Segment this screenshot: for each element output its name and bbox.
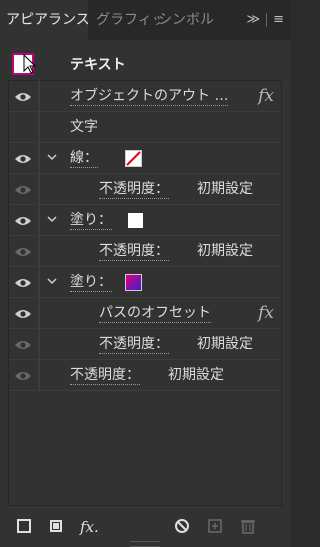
- fill-label-text[interactable]: 塗り：: [70, 273, 112, 292]
- tab-graphic-styles[interactable]: グラフィッ: [96, 0, 160, 40]
- fill-swatch-gradient[interactable]: [125, 274, 142, 291]
- visibility-toggle[interactable]: [8, 143, 39, 174]
- appearance-list: オブジェクトのアウト … fx 文字 線： 不透明度： 初期設定 塗り： 不透明…: [8, 80, 282, 400]
- add-stroke-icon[interactable]: [16, 518, 32, 534]
- visibility-toggle[interactable]: [8, 298, 39, 329]
- tab-bar: アピアランス グラフィッ シンボル ≫ ≡: [0, 0, 290, 40]
- delete-item-icon[interactable]: [240, 518, 256, 534]
- eye-icon: [15, 278, 31, 287]
- opacity-label-text[interactable]: 不透明度：: [99, 335, 169, 354]
- cursor-icon: [23, 53, 37, 74]
- effect-label-text[interactable]: オブジェクトのアウト …: [70, 87, 229, 106]
- chevron-down-icon[interactable]: [46, 151, 58, 163]
- fill-swatch-white[interactable]: [128, 213, 143, 228]
- list-item[interactable]: 不透明度： 初期設定: [8, 236, 282, 267]
- eye-column-divider: [39, 80, 40, 392]
- fx-icon[interactable]: fx: [258, 81, 274, 112]
- offset-path-label-text[interactable]: パスのオフセット: [99, 304, 211, 323]
- eye-icon: [15, 185, 31, 194]
- eye-icon: [15, 340, 31, 349]
- stroke-label-text[interactable]: 線：: [70, 149, 98, 168]
- opacity-label[interactable]: 不透明度：: [70, 360, 140, 391]
- list-item[interactable]: 塗り：: [8, 267, 282, 298]
- opacity-label[interactable]: 不透明度：: [99, 174, 169, 205]
- eye-icon: [15, 154, 31, 163]
- stroke-label[interactable]: 線：: [70, 143, 98, 174]
- panel-expand-icon[interactable]: ≫: [246, 0, 260, 40]
- panel-menu-icon[interactable]: ≡: [273, 0, 284, 40]
- visibility-toggle[interactable]: [8, 360, 39, 391]
- visibility-toggle[interactable]: [8, 236, 39, 267]
- opacity-label-text[interactable]: 不透明度：: [99, 242, 169, 261]
- visibility-toggle[interactable]: [8, 329, 39, 360]
- chevron-down-icon[interactable]: [46, 213, 58, 225]
- appearance-panel: アピアランス グラフィッ シンボル ≫ ≡ テキスト オブジェクトのアウト … …: [0, 0, 290, 547]
- eye-icon: [15, 216, 31, 225]
- opacity-value: 初期設定: [168, 367, 224, 383]
- chevron-down-icon[interactable]: [46, 275, 58, 287]
- visibility-toggle[interactable]: [8, 174, 39, 205]
- list-item[interactable]: 不透明度： 初期設定: [8, 174, 282, 205]
- characters-label[interactable]: 文字: [70, 112, 98, 143]
- visibility-toggle[interactable]: [8, 267, 39, 298]
- list-item[interactable]: 線：: [8, 143, 282, 174]
- list-item[interactable]: オブジェクトのアウト … fx: [8, 81, 282, 112]
- fx-icon[interactable]: fx.: [80, 514, 99, 540]
- list-item[interactable]: 塗り：: [8, 205, 282, 236]
- eye-icon: [15, 371, 31, 380]
- tab-appearance[interactable]: アピアランス: [0, 0, 88, 40]
- object-thumbnail: [12, 53, 37, 75]
- eye-icon: [15, 92, 31, 101]
- resize-grip[interactable]: [130, 541, 160, 547]
- fill-label[interactable]: 塗り：: [70, 205, 112, 236]
- list-item[interactable]: 不透明度： 初期設定: [8, 360, 282, 391]
- visibility-toggle[interactable]: [8, 81, 39, 112]
- effect-label[interactable]: オブジェクトのアウト …: [70, 81, 229, 112]
- add-fill-icon[interactable]: [48, 518, 64, 534]
- object-header: テキスト: [8, 50, 282, 80]
- stroke-swatch[interactable]: [125, 150, 142, 167]
- opacity-label[interactable]: 不透明度：: [99, 236, 169, 267]
- opacity-label-text[interactable]: 不透明度：: [99, 180, 169, 199]
- none-swatch-icon: [126, 151, 141, 166]
- visibility-toggle-empty: [8, 112, 39, 143]
- clear-appearance-icon[interactable]: [174, 518, 190, 534]
- list-item[interactable]: パスのオフセット fx: [8, 298, 282, 329]
- tab-controls: ≫ ≡: [246, 0, 284, 40]
- list-item[interactable]: 文字: [8, 112, 282, 143]
- fx-icon[interactable]: fx: [258, 298, 274, 329]
- offset-path-label[interactable]: パスのオフセット: [99, 298, 211, 329]
- opacity-value: 初期設定: [197, 243, 253, 259]
- eye-icon: [15, 309, 31, 318]
- footer-toolbar: fx.: [0, 514, 290, 540]
- fill-label[interactable]: 塗り：: [70, 267, 112, 298]
- opacity-label-text[interactable]: 不透明度：: [70, 366, 140, 385]
- list-item[interactable]: 不透明度： 初期設定: [8, 329, 282, 360]
- fill-label-text[interactable]: 塗り：: [70, 211, 112, 230]
- eye-icon: [15, 247, 31, 256]
- tab-symbols[interactable]: シンボル: [158, 0, 220, 40]
- opacity-value: 初期設定: [197, 336, 253, 352]
- duplicate-item-icon[interactable]: [207, 518, 223, 534]
- opacity-value: 初期設定: [197, 181, 253, 197]
- opacity-label[interactable]: 不透明度：: [99, 329, 169, 360]
- object-type-label: テキスト: [70, 57, 126, 73]
- visibility-toggle[interactable]: [8, 205, 39, 236]
- divider: [266, 13, 268, 27]
